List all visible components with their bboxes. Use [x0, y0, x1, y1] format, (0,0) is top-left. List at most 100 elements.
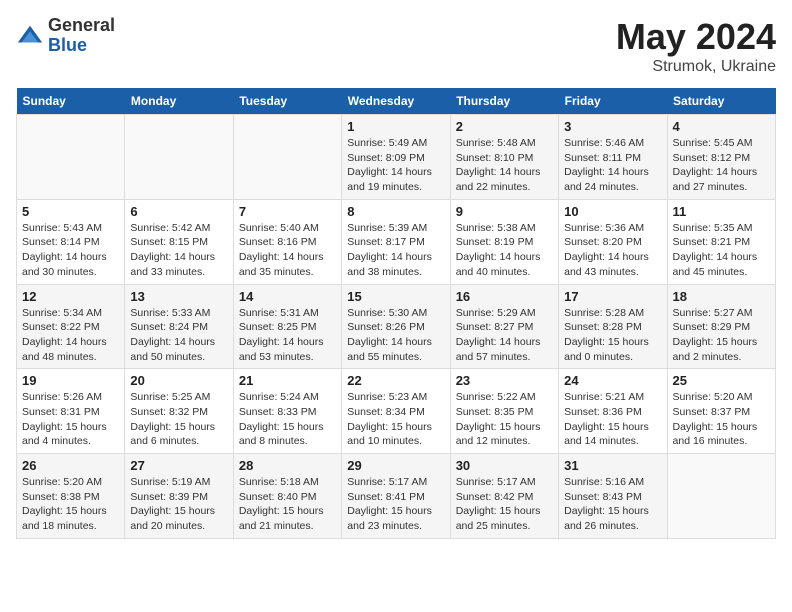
calendar-day-cell: 15 Sunrise: 5:30 AM Sunset: 8:26 PM Dayli… [342, 284, 450, 369]
calendar-day-cell: 3Sunrise: 5:46 AM Sunset: 8:11 PM Daylig… [559, 115, 667, 200]
day-number: 10 [564, 204, 661, 219]
day-number: 31 [564, 458, 661, 473]
day-number: 12 [22, 289, 119, 304]
calendar-day-cell: 1 Sunrise: 5:49 AM Sunset: 8:09 PM Daylig… [342, 115, 450, 200]
title-location: Strumok, Ukraine [616, 58, 776, 76]
logo-blue: Blue [48, 36, 115, 56]
calendar-table: SundayMondayTuesdayWednesdayThursdayFrid… [16, 88, 776, 539]
day-info: Sunrise: 5:27 AM Sunset: 8:29 PM Dayligh… [673, 306, 770, 365]
calendar-week-row: 1 Sunrise: 5:49 AM Sunset: 8:09 PM Daylig… [17, 115, 776, 200]
calendar-day-cell: 26 Sunrise: 5:20 AM Sunset: 8:38 PM Dayli… [17, 454, 125, 539]
day-number: 3 [564, 119, 661, 134]
day-number: 1 [347, 119, 444, 134]
day-number: 9 [456, 204, 553, 219]
weekday-monday: Monday [125, 88, 233, 115]
day-number: 27 [130, 458, 227, 473]
day-number: 4 [673, 119, 770, 134]
weekday-wednesday: Wednesday [342, 88, 450, 115]
day-info: Sunrise: 5:36 AM Sunset: 8:20 PM Dayligh… [564, 221, 661, 280]
calendar-day-cell [125, 115, 233, 200]
calendar-day-cell: 18 Sunrise: 5:27 AM Sunset: 8:29 PM Dayli… [667, 284, 775, 369]
calendar-day-cell: 13Sunrise: 5:33 AM Sunset: 8:24 PM Dayli… [125, 284, 233, 369]
calendar-day-cell: 8 Sunrise: 5:39 AM Sunset: 8:17 PM Daylig… [342, 199, 450, 284]
day-number: 18 [673, 289, 770, 304]
calendar-week-row: 19 Sunrise: 5:26 AM Sunset: 8:31 PM Dayli… [17, 369, 776, 454]
day-number: 14 [239, 289, 336, 304]
day-info: Sunrise: 5:17 AM Sunset: 8:42 PM Dayligh… [456, 475, 553, 534]
page-header: General Blue May 2024 Strumok, Ukraine [16, 16, 776, 76]
day-number: 23 [456, 373, 553, 388]
day-number: 21 [239, 373, 336, 388]
day-info: Sunrise: 5:35 AM Sunset: 8:21 PM Dayligh… [673, 221, 770, 280]
day-number: 11 [673, 204, 770, 219]
day-info: Sunrise: 5:22 AM Sunset: 8:35 PM Dayligh… [456, 390, 553, 449]
day-number: 28 [239, 458, 336, 473]
calendar-day-cell: 22 Sunrise: 5:23 AM Sunset: 8:34 PM Dayli… [342, 369, 450, 454]
day-info: Sunrise: 5:29 AM Sunset: 8:27 PM Dayligh… [456, 306, 553, 365]
day-number: 17 [564, 289, 661, 304]
logo: General Blue [16, 16, 115, 56]
calendar-week-row: 26 Sunrise: 5:20 AM Sunset: 8:38 PM Dayli… [17, 454, 776, 539]
calendar-day-cell [233, 115, 341, 200]
day-number: 8 [347, 204, 444, 219]
calendar-day-cell: 19 Sunrise: 5:26 AM Sunset: 8:31 PM Dayli… [17, 369, 125, 454]
day-info: Sunrise: 5:45 AM Sunset: 8:12 PM Dayligh… [673, 136, 770, 195]
day-number: 24 [564, 373, 661, 388]
day-number: 16 [456, 289, 553, 304]
calendar-day-cell: 25Sunrise: 5:20 AM Sunset: 8:37 PM Dayli… [667, 369, 775, 454]
day-info: Sunrise: 5:23 AM Sunset: 8:34 PM Dayligh… [347, 390, 444, 449]
day-info: Sunrise: 5:39 AM Sunset: 8:17 PM Dayligh… [347, 221, 444, 280]
day-info: Sunrise: 5:25 AM Sunset: 8:32 PM Dayligh… [130, 390, 227, 449]
calendar-day-cell: 23 Sunrise: 5:22 AM Sunset: 8:35 PM Dayli… [450, 369, 558, 454]
calendar-day-cell: 30Sunrise: 5:17 AM Sunset: 8:42 PM Dayli… [450, 454, 558, 539]
title-block: May 2024 Strumok, Ukraine [616, 16, 776, 76]
day-number: 26 [22, 458, 119, 473]
calendar-day-cell: 29 Sunrise: 5:17 AM Sunset: 8:41 PM Dayli… [342, 454, 450, 539]
day-info: Sunrise: 5:34 AM Sunset: 8:22 PM Dayligh… [22, 306, 119, 365]
day-number: 20 [130, 373, 227, 388]
weekday-saturday: Saturday [667, 88, 775, 115]
title-month: May 2024 [616, 16, 776, 58]
day-number: 7 [239, 204, 336, 219]
day-info: Sunrise: 5:43 AM Sunset: 8:14 PM Dayligh… [22, 221, 119, 280]
calendar-day-cell: 17 Sunrise: 5:28 AM Sunset: 8:28 PM Dayli… [559, 284, 667, 369]
calendar-day-cell: 10 Sunrise: 5:36 AM Sunset: 8:20 PM Dayli… [559, 199, 667, 284]
logo-text: General Blue [48, 16, 115, 56]
day-info: Sunrise: 5:20 AM Sunset: 8:38 PM Dayligh… [22, 475, 119, 534]
calendar-header: SundayMondayTuesdayWednesdayThursdayFrid… [17, 88, 776, 115]
calendar-day-cell: 11 Sunrise: 5:35 AM Sunset: 8:21 PM Dayli… [667, 199, 775, 284]
weekday-sunday: Sunday [17, 88, 125, 115]
day-info: Sunrise: 5:49 AM Sunset: 8:09 PM Dayligh… [347, 136, 444, 195]
calendar-day-cell: 7Sunrise: 5:40 AM Sunset: 8:16 PM Daylig… [233, 199, 341, 284]
day-info: Sunrise: 5:18 AM Sunset: 8:40 PM Dayligh… [239, 475, 336, 534]
day-info: Sunrise: 5:19 AM Sunset: 8:39 PM Dayligh… [130, 475, 227, 534]
day-info: Sunrise: 5:26 AM Sunset: 8:31 PM Dayligh… [22, 390, 119, 449]
day-info: Sunrise: 5:30 AM Sunset: 8:26 PM Dayligh… [347, 306, 444, 365]
calendar-day-cell: 5 Sunrise: 5:43 AM Sunset: 8:14 PM Daylig… [17, 199, 125, 284]
day-number: 29 [347, 458, 444, 473]
day-info: Sunrise: 5:42 AM Sunset: 8:15 PM Dayligh… [130, 221, 227, 280]
calendar-day-cell: 9Sunrise: 5:38 AM Sunset: 8:19 PM Daylig… [450, 199, 558, 284]
day-info: Sunrise: 5:31 AM Sunset: 8:25 PM Dayligh… [239, 306, 336, 365]
calendar-day-cell: 21Sunrise: 5:24 AM Sunset: 8:33 PM Dayli… [233, 369, 341, 454]
logo-icon [16, 22, 44, 50]
weekday-friday: Friday [559, 88, 667, 115]
day-info: Sunrise: 5:17 AM Sunset: 8:41 PM Dayligh… [347, 475, 444, 534]
day-info: Sunrise: 5:33 AM Sunset: 8:24 PM Dayligh… [130, 306, 227, 365]
day-info: Sunrise: 5:21 AM Sunset: 8:36 PM Dayligh… [564, 390, 661, 449]
calendar-day-cell: 14 Sunrise: 5:31 AM Sunset: 8:25 PM Dayli… [233, 284, 341, 369]
calendar-day-cell: 12 Sunrise: 5:34 AM Sunset: 8:22 PM Dayli… [17, 284, 125, 369]
day-number: 19 [22, 373, 119, 388]
weekday-thursday: Thursday [450, 88, 558, 115]
calendar-day-cell [17, 115, 125, 200]
calendar-week-row: 5 Sunrise: 5:43 AM Sunset: 8:14 PM Daylig… [17, 199, 776, 284]
day-number: 22 [347, 373, 444, 388]
day-info: Sunrise: 5:28 AM Sunset: 8:28 PM Dayligh… [564, 306, 661, 365]
calendar-day-cell: 16 Sunrise: 5:29 AM Sunset: 8:27 PM Dayli… [450, 284, 558, 369]
day-number: 15 [347, 289, 444, 304]
calendar-day-cell: 24 Sunrise: 5:21 AM Sunset: 8:36 PM Dayli… [559, 369, 667, 454]
calendar-day-cell: 6 Sunrise: 5:42 AM Sunset: 8:15 PM Daylig… [125, 199, 233, 284]
day-number: 6 [130, 204, 227, 219]
day-number: 5 [22, 204, 119, 219]
calendar-day-cell: 31Sunrise: 5:16 AM Sunset: 8:43 PM Dayli… [559, 454, 667, 539]
